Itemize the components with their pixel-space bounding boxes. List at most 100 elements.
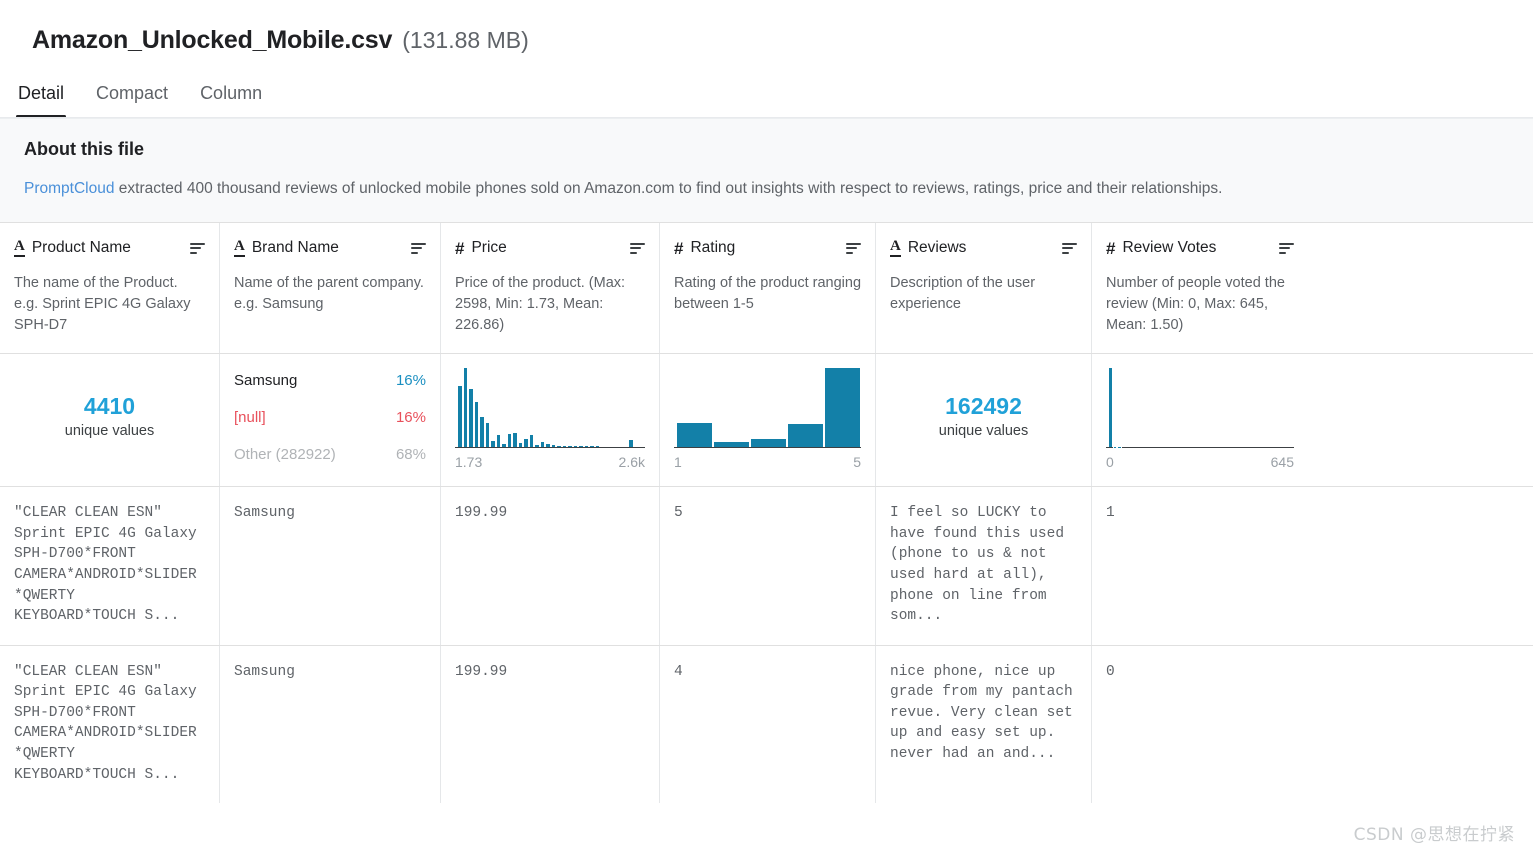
axis-min-label: 1.73: [455, 454, 483, 471]
grid-filler: [1308, 487, 1533, 644]
about-body: PromptCloud extracted 400 thousand revie…: [24, 178, 1501, 200]
cell-price: 199.99: [441, 487, 660, 645]
about-this-file-panel: About this file PromptCloud extracted 40…: [0, 118, 1533, 224]
histogram-bar: [676, 422, 713, 448]
column-header: # Review Votes: [1106, 239, 1294, 257]
frequency-label: [null]: [234, 409, 266, 427]
column-header: A Brand Name: [234, 239, 426, 258]
frequency-list: Samsung 16% [null] 16% Other (282922) 68…: [234, 368, 426, 463]
column-header: A Product Name: [14, 239, 205, 258]
axis-min-label: 0: [1106, 454, 1114, 471]
frequency-item-null: [null] 16%: [234, 409, 426, 426]
column-description: Name of the parent company. e.g. Samsung: [234, 275, 424, 313]
column-descriptor-row: A Product Name The name of the Product. …: [0, 223, 1533, 354]
cell-rating: 5: [660, 487, 876, 645]
frequency-label: Other (282922): [234, 446, 336, 464]
histogram-bar: [824, 368, 861, 448]
histogram-bar: [713, 442, 750, 448]
column-title: Price: [471, 239, 507, 257]
stat-brand-name: Samsung 16% [null] 16% Other (282922) 68…: [220, 354, 441, 487]
string-type-icon: A: [890, 239, 901, 258]
column-description: The name of the Product. e.g. Sprint EPI…: [14, 275, 191, 333]
cell-product-name: "CLEAR CLEAN ESN" Sprint EPIC 4G Galaxy …: [0, 487, 220, 645]
string-type-icon: A: [234, 239, 245, 258]
cell-product-name: "CLEAR CLEAN ESN" Sprint EPIC 4G Galaxy …: [0, 645, 220, 804]
column-title: Brand Name: [251, 239, 339, 257]
sort-icon[interactable]: [1062, 242, 1077, 254]
grid-filler: [1308, 646, 1533, 803]
number-type-icon: #: [1106, 238, 1116, 258]
column-title: Rating: [690, 239, 736, 257]
stat-product-name: 4410 unique values: [0, 354, 220, 487]
grid-filler: [1308, 223, 1533, 353]
grid-filler: [1308, 354, 1533, 486]
price-histogram: 1.73 2.6k: [455, 368, 645, 470]
unique-values-box: 162492 unique values: [890, 368, 1077, 470]
file-name: Amazon_Unlocked_Mobile.csv: [32, 26, 393, 54]
histogram-bar: [750, 438, 787, 448]
cell-review-votes: 0: [1106, 663, 1115, 680]
stat-price: 1.73 2.6k: [441, 354, 660, 487]
column-statistics-row: 4410 unique values Samsung 16% [null] 16…: [0, 353, 1533, 487]
sort-icon[interactable]: [411, 242, 426, 254]
stat-rating: 1 5: [660, 354, 876, 487]
tab-detail[interactable]: Detail: [16, 83, 67, 118]
axis-max-label: 2.6k: [618, 454, 645, 471]
column-description: Number of people voted the review (Min: …: [1106, 275, 1285, 333]
frequency-percent: 16%: [395, 409, 426, 427]
number-type-icon: #: [455, 238, 465, 258]
stat-review-votes: 0 645: [1092, 354, 1308, 486]
stat-reviews: 162492 unique values: [876, 354, 1092, 487]
cell-reviews: nice phone, nice up grade from my pantac…: [876, 645, 1092, 804]
column-product-name: A Product Name The name of the Product. …: [0, 223, 220, 354]
tabs-divider: [0, 117, 1533, 118]
sort-icon[interactable]: [1279, 242, 1294, 254]
frequency-percent: 16%: [395, 372, 426, 390]
column-description: Description of the user experience: [890, 275, 1036, 313]
unique-label: unique values: [938, 422, 1029, 439]
rating-histogram: 1 5: [674, 368, 861, 470]
sort-icon[interactable]: [190, 242, 205, 254]
column-rating: # Rating Rating of the product ranging b…: [660, 223, 876, 354]
column-description: Price of the product. (Max: 2598, Min: 1…: [455, 275, 626, 333]
frequency-item-other: Other (282922) 68%: [234, 446, 426, 463]
axis-min-label: 1: [674, 454, 682, 471]
number-type-icon: #: [674, 238, 684, 258]
column-reviews: A Reviews Description of the user experi…: [876, 223, 1092, 354]
file-size: (131.88 MB): [402, 27, 529, 53]
unique-count: 162492: [945, 392, 1022, 419]
page-header: Amazon_Unlocked_Mobile.csv (131.88 MB): [0, 0, 1533, 55]
page-title: Amazon_Unlocked_Mobile.csv (131.88 MB): [32, 26, 1533, 55]
table-row: "CLEAR CLEAN ESN" Sprint EPIC 4G Galaxy …: [0, 644, 1533, 804]
column-title: Review Votes: [1122, 239, 1217, 257]
file-detail-page: Amazon_Unlocked_Mobile.csv (131.88 MB) D…: [0, 0, 1533, 855]
table-row: "CLEAR CLEAN ESN" Sprint EPIC 4G Galaxy …: [0, 486, 1533, 645]
column-header: # Rating: [674, 239, 861, 257]
sort-icon[interactable]: [630, 242, 645, 254]
cell-review-votes: 1: [1106, 505, 1115, 522]
sort-icon[interactable]: [846, 242, 861, 254]
cell-reviews: I feel so LUCKY to have found this used …: [876, 487, 1092, 645]
frequency-item-samsung: Samsung 16%: [234, 372, 426, 389]
cell-brand-name: Samsung: [220, 487, 441, 645]
frequency-label: Samsung: [234, 372, 298, 390]
histogram-axis: 0 645: [1106, 448, 1294, 470]
column-brand-name: A Brand Name Name of the parent company.…: [220, 223, 441, 354]
axis-max-label: 645: [1270, 454, 1294, 471]
column-header: A Reviews: [890, 239, 1077, 258]
histogram-axis: 1 5: [674, 448, 861, 470]
unique-values-box: 4410 unique values: [14, 368, 205, 470]
about-text: extracted 400 thousand reviews of unlock…: [114, 180, 1223, 197]
column-title: Reviews: [907, 239, 967, 257]
axis-max-label: 5: [853, 454, 861, 471]
histogram-axis: 1.73 2.6k: [455, 448, 645, 470]
histogram-bars: [674, 368, 861, 449]
tab-compact[interactable]: Compact: [94, 83, 170, 118]
histogram-bar: [627, 440, 634, 448]
tab-column[interactable]: Column: [198, 83, 264, 118]
view-tabs: Detail Compact Column: [0, 55, 1533, 118]
column-price: # Price Price of the product. (Max: 2598…: [441, 223, 660, 354]
cell-rating: 4: [660, 645, 876, 804]
review-votes-histogram: 0 645: [1106, 368, 1294, 470]
promptcloud-link[interactable]: PromptCloud: [24, 180, 114, 197]
